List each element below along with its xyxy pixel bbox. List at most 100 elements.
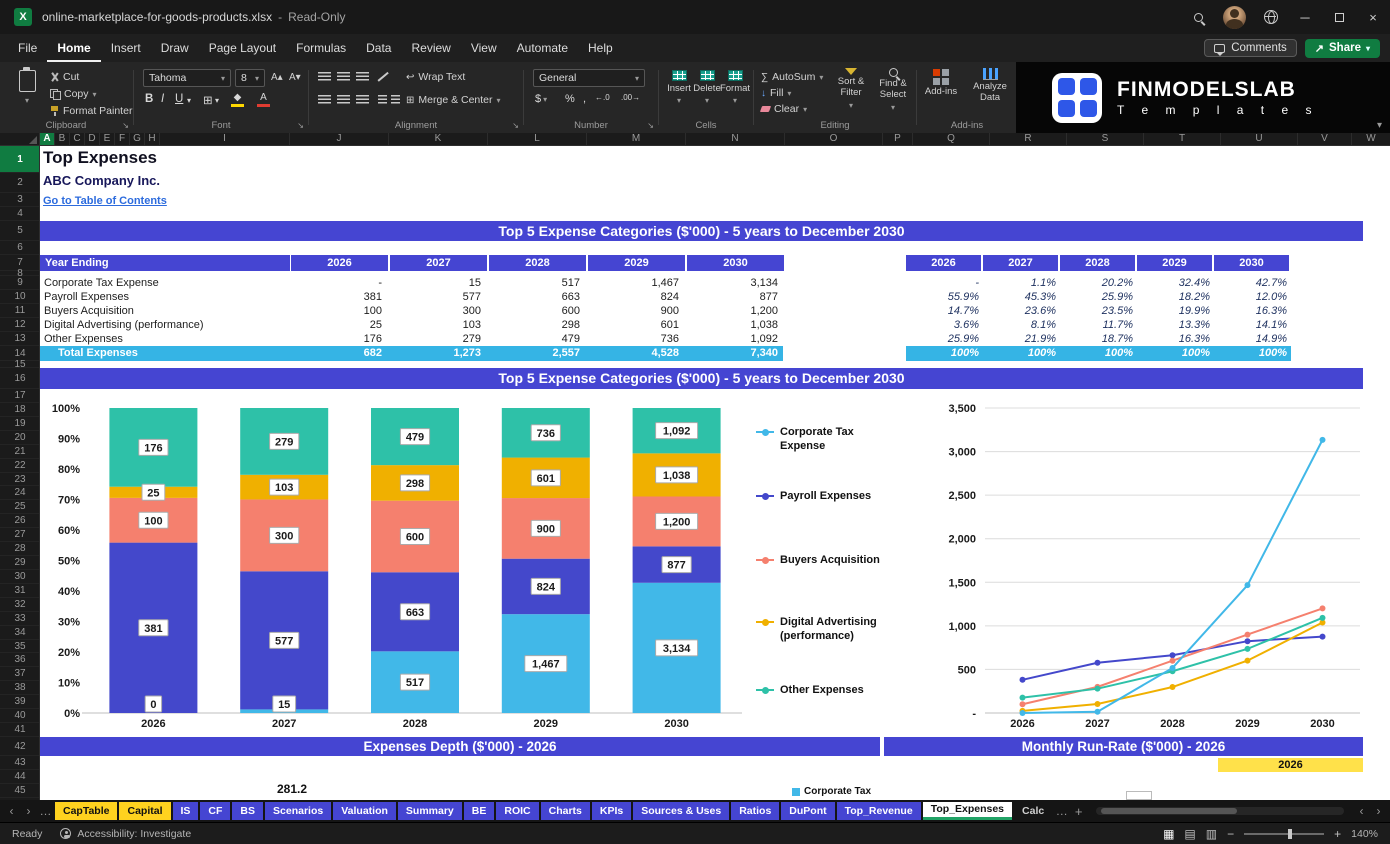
comma-style-button[interactable]: , [583,93,586,105]
zoom-in-button[interactable]: + [1334,827,1341,841]
delete-cells-button[interactable]: Delete ▾ [693,70,721,105]
zoom-level[interactable]: 140% [1351,828,1378,840]
sheet-tab-roic[interactable]: ROIC [496,802,539,820]
row-header-44[interactable]: 44 [0,770,39,784]
column-header-v[interactable]: V [1298,133,1352,145]
column-header-u[interactable]: U [1221,133,1298,145]
paste-button[interactable]: ▾ [10,67,44,120]
row-header-28[interactable]: 28 [0,542,39,557]
row-header-43[interactable]: 43 [0,756,39,770]
row-header-3[interactable]: 3 [0,193,39,207]
sheet-tabs-overflow-right[interactable]: … [1054,804,1069,818]
sheet-tab-sources-uses[interactable]: Sources & Uses [633,802,730,820]
column-header-t[interactable]: T [1144,133,1221,145]
add-sheet-button[interactable]: + [1071,804,1086,819]
autosum-button[interactable]: ∑ AutoSum ▾ [761,70,823,84]
row-header-37[interactable]: 37 [0,667,39,682]
sheet-tab-valuation[interactable]: Valuation [333,802,396,820]
align-middle-button[interactable] [337,72,350,81]
sort-filter-button[interactable]: Sort & Filter ▾ [831,68,871,110]
row-header-9[interactable]: 9 [0,276,39,290]
sheet-tab-cf[interactable]: CF [200,802,231,820]
row-header-39[interactable]: 39 [0,695,39,710]
clear-button[interactable]: Clear ▾ [759,102,807,116]
cut-button[interactable]: Cut [50,70,132,84]
normal-view-button[interactable]: ▦ [1163,827,1174,841]
row-header-35[interactable]: 35 [0,640,39,654]
select-all-corner[interactable] [0,133,40,145]
stacked-bar-chart[interactable]: 0% 10% 20% 30% 40% 50% 60% 70% 80% 90% 100% 0 381 100… [40,389,785,737]
row-header-26[interactable]: 26 [0,514,39,529]
sheet-tab-capital[interactable]: Capital [119,802,171,820]
restore-button[interactable] [1322,0,1356,34]
bold-button[interactable]: B [145,93,153,105]
italic-button[interactable]: I [161,93,164,105]
sheet-tab-charts[interactable]: Charts [540,802,590,820]
format-painter-button[interactable]: Format Painter [50,104,132,118]
row-header-34[interactable]: 34 [0,626,39,640]
row-header-15[interactable]: 15 [0,360,39,370]
minimize-button[interactable]: ─ [1288,0,1322,34]
horizontal-scrollbar-thumb[interactable] [1101,808,1238,814]
column-header-j[interactable]: J [290,133,389,145]
decrease-indent-button[interactable] [378,95,387,104]
sheet-tab-dupont[interactable]: DuPont [781,802,835,820]
copy-button[interactable]: Copy ▾ [50,87,132,101]
column-header-n[interactable]: N [686,133,785,145]
underline-button[interactable]: U [175,93,183,105]
fill-button[interactable]: ↓ Fill ▾ [761,86,791,100]
row-header-45[interactable]: 45 [0,784,39,798]
column-header-h[interactable]: H [145,133,160,145]
search-button[interactable] [1181,0,1215,34]
menu-help[interactable]: Help [578,34,623,62]
menu-insert[interactable]: Insert [101,34,151,62]
row-header-25[interactable]: 25 [0,500,39,515]
column-header-f[interactable]: F [115,133,130,145]
row-header-24[interactable]: 24 [0,486,39,501]
row-header-16[interactable]: 16 [0,368,39,389]
percent-button[interactable]: % [565,93,575,105]
column-header-i[interactable]: I [160,133,290,145]
comments-button[interactable]: Comments [1204,39,1297,57]
column-header-b[interactable]: B [55,133,70,145]
menu-view[interactable]: View [461,34,507,62]
row-header-19[interactable]: 19 [0,417,39,431]
row-header-23[interactable]: 23 [0,473,39,487]
sheet-tab-top-revenue[interactable]: Top_Revenue [836,802,921,820]
column-header-e[interactable]: E [100,133,115,145]
share-button[interactable]: ↗ Share ▾ [1304,38,1380,58]
row-header-30[interactable]: 30 [0,570,39,584]
insert-cells-button[interactable]: Insert ▾ [666,70,692,105]
row-header-41[interactable]: 41 [0,723,39,737]
shrink-font-button[interactable]: A▾ [289,72,301,83]
row-header-17[interactable]: 17 [0,389,39,403]
column-header-c[interactable]: C [70,133,85,145]
column-header-q[interactable]: Q [913,133,990,145]
row-header-27[interactable]: 27 [0,528,39,543]
fill-color-button[interactable]: ◆ [231,92,244,107]
analyze-data-button[interactable]: Analyze Data [968,68,1012,104]
close-button[interactable]: × [1356,0,1390,34]
sheet-tab-bs[interactable]: BS [232,802,264,820]
align-center-button[interactable] [337,95,350,104]
font-dialog-launcher[interactable]: ↘ [297,121,304,130]
number-format-select[interactable]: General ▾ [533,69,645,87]
decrease-decimal-button[interactable]: ←.0 [595,93,610,102]
row-header-18[interactable]: 18 [0,403,39,417]
align-top-button[interactable] [318,72,331,81]
zoom-out-button[interactable]: − [1227,827,1234,841]
row-header-11[interactable]: 11 [0,304,39,318]
sheet-tab-calc[interactable]: Calc [1014,802,1052,820]
alignment-dialog-launcher[interactable]: ↘ [512,121,519,130]
zoom-slider-thumb[interactable] [1288,828,1293,839]
column-header-l[interactable]: L [488,133,587,145]
line-chart[interactable]: - 500 1,000 1,500 2,000 2,500 3,000 3,500 2026 20… [906,389,1363,737]
column-header-d[interactable]: D [85,133,100,145]
column-header-a[interactable]: A [40,133,55,145]
sheet-tab-summary[interactable]: Summary [397,802,462,820]
column-header-s[interactable]: S [1067,133,1144,145]
sheet-tab-captable[interactable]: CapTable [55,802,118,820]
currency-button[interactable]: $ ▾ [535,93,547,105]
row-header-36[interactable]: 36 [0,653,39,668]
row-header-2[interactable]: 2 [0,173,39,193]
